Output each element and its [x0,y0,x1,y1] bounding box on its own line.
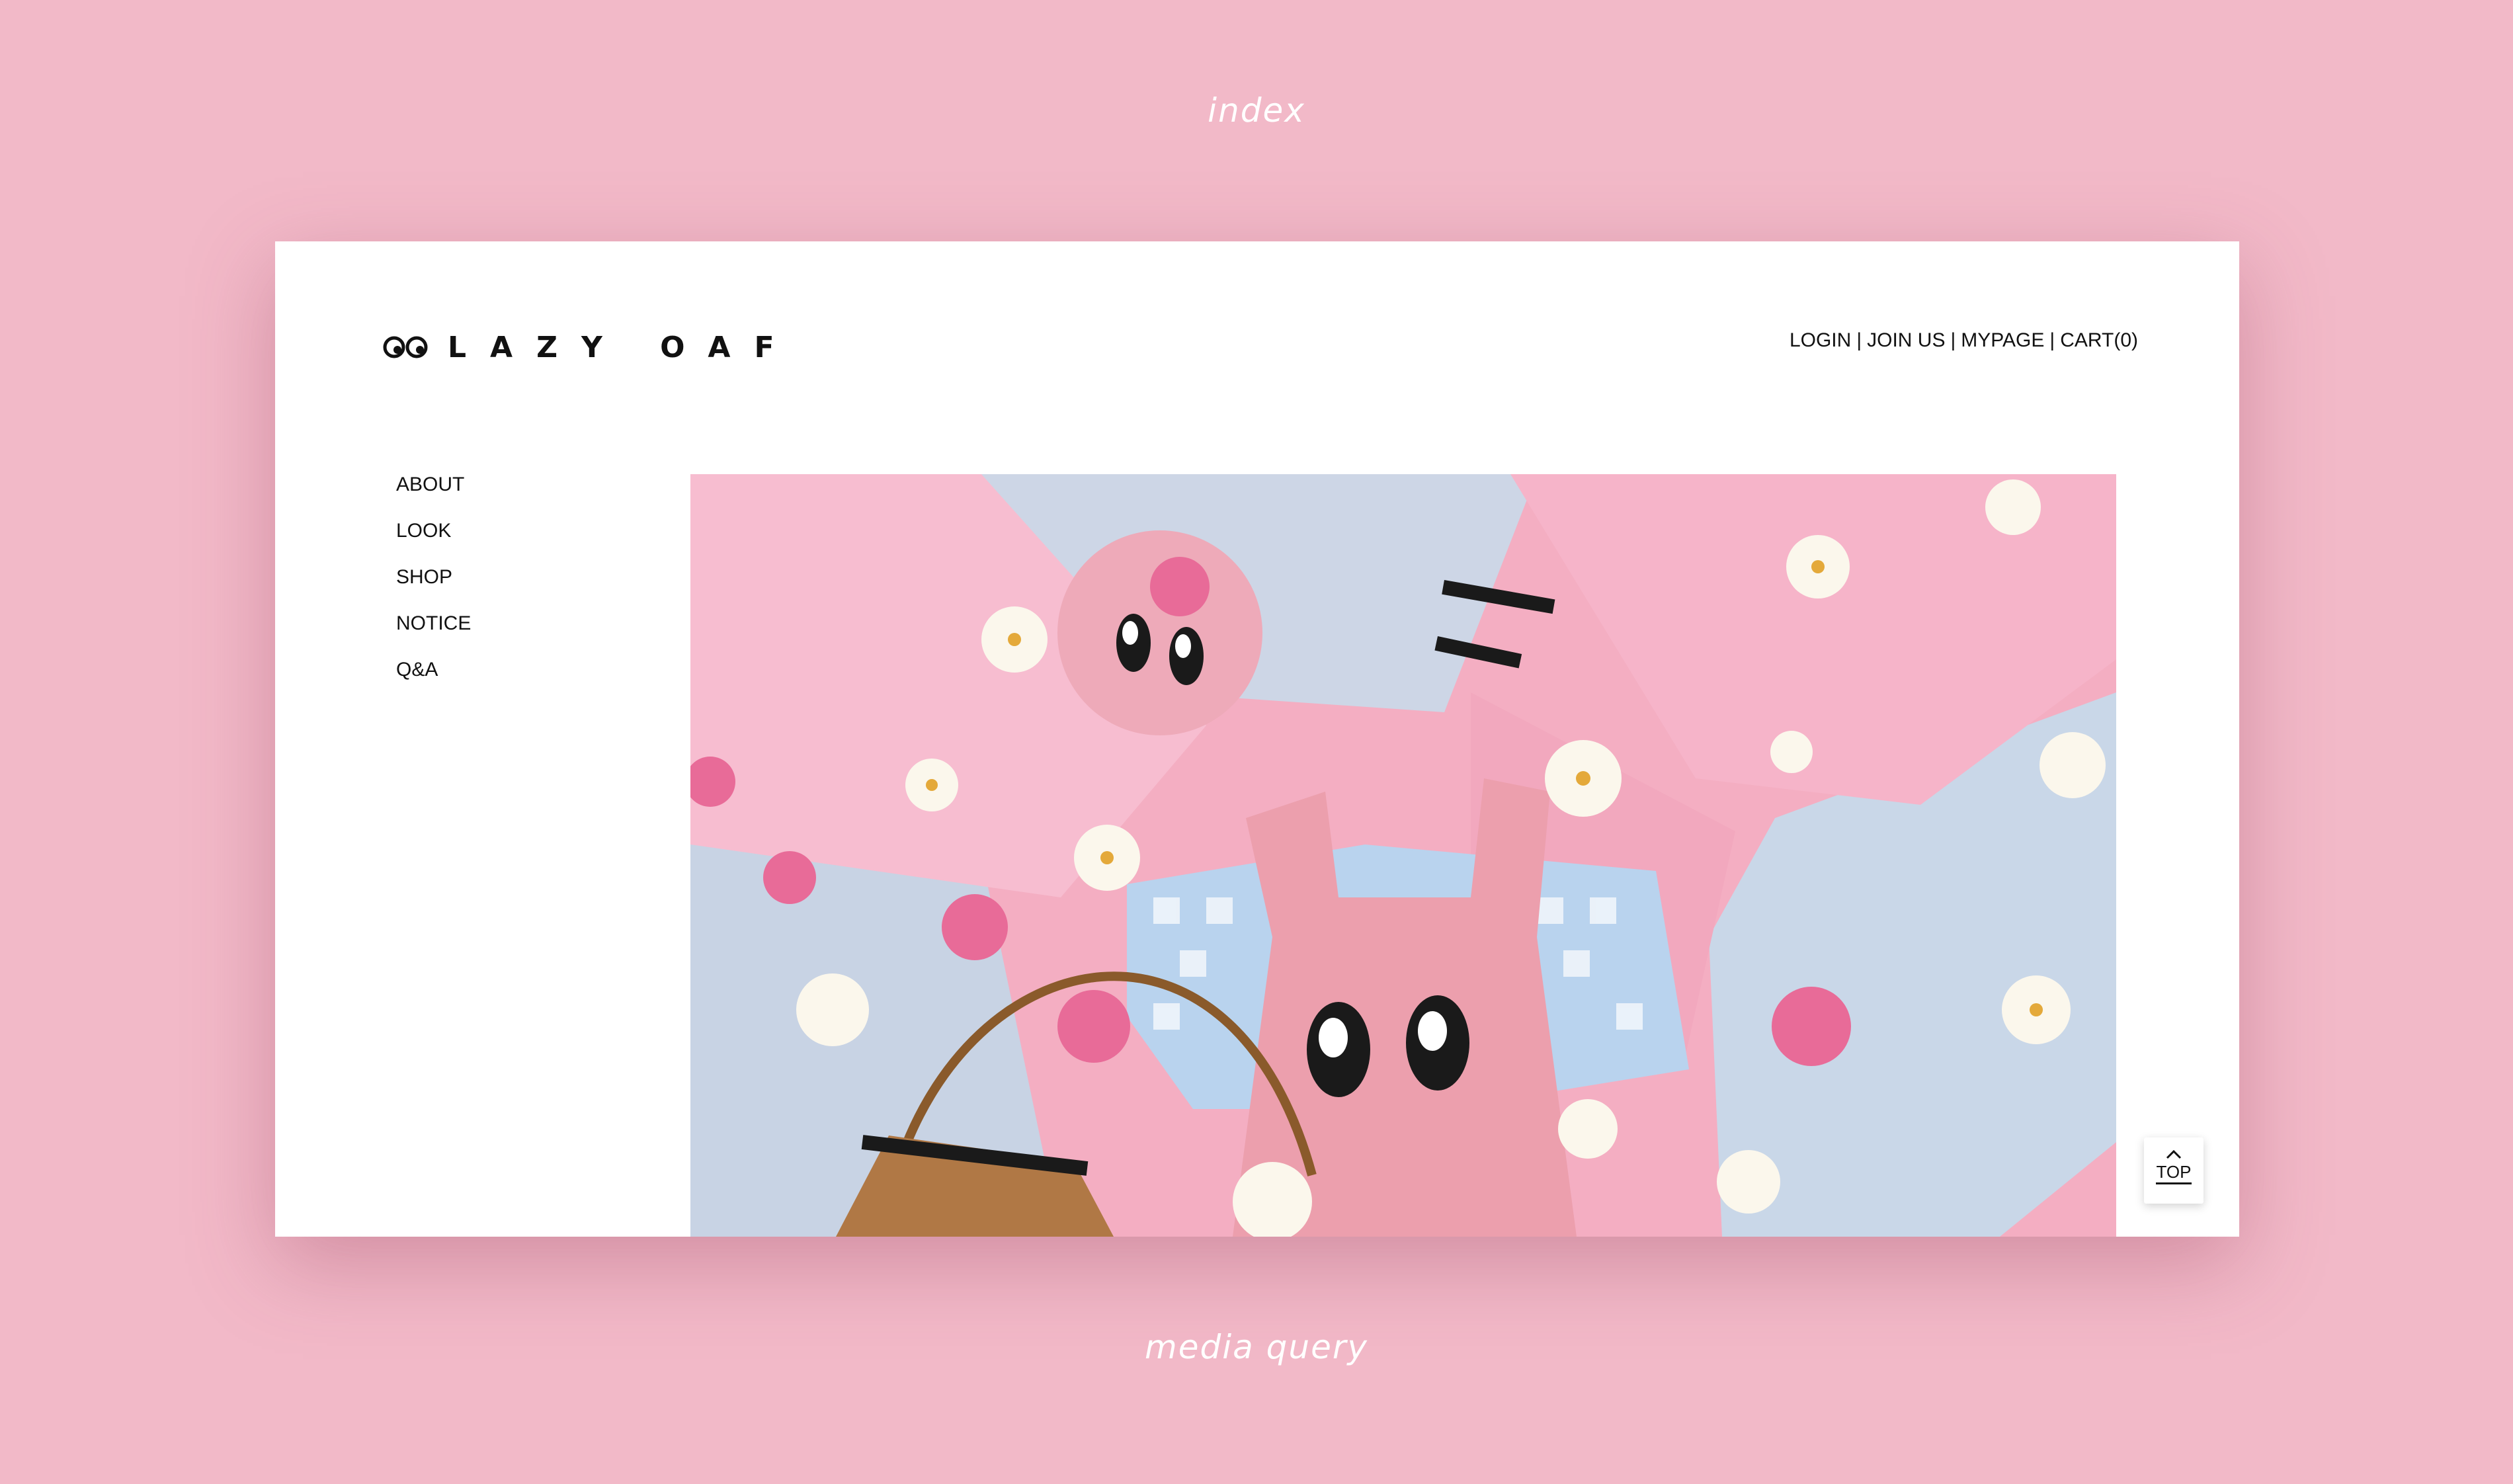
website-preview-window: LAZY OAF LOGIN | JOIN US | MYPAGE | CART… [275,241,2239,1237]
eyes-logo-icon [383,336,428,358]
mypage-link[interactable]: MYPAGE [1961,329,2044,352]
hero-product-photo [690,474,2116,1237]
chevron-up-icon [2166,1149,2182,1159]
nav-separator: | [1856,329,1862,351]
caption-media-query: media query [1145,1328,1368,1366]
hero-image [690,474,2116,1237]
scroll-top-label: TOP [2156,1161,2192,1184]
login-link[interactable]: LOGIN [1790,329,1851,352]
caption-index: index [1208,91,1305,130]
join-us-link[interactable]: JOIN US [1867,329,1945,352]
side-nav-qna[interactable]: Q&A [396,657,471,703]
nav-separator: | [1950,329,1956,351]
brand-name: LAZY OAF [448,330,798,364]
top-nav: LOGIN | JOIN US | MYPAGE | CART(0) [1790,329,2138,352]
side-nav: ABOUT LOOK SHOP NOTICE Q&A [396,472,471,703]
nav-separator: | [2049,329,2055,351]
side-nav-shop[interactable]: SHOP [396,564,471,610]
side-nav-look[interactable]: LOOK [396,518,471,564]
scroll-top-button[interactable]: TOP [2144,1137,2204,1204]
side-nav-about[interactable]: ABOUT [396,472,471,518]
side-nav-notice[interactable]: NOTICE [396,610,471,657]
brand-logo[interactable]: LAZY OAF [383,327,798,367]
cart-link[interactable]: CART(0) [2060,329,2138,352]
